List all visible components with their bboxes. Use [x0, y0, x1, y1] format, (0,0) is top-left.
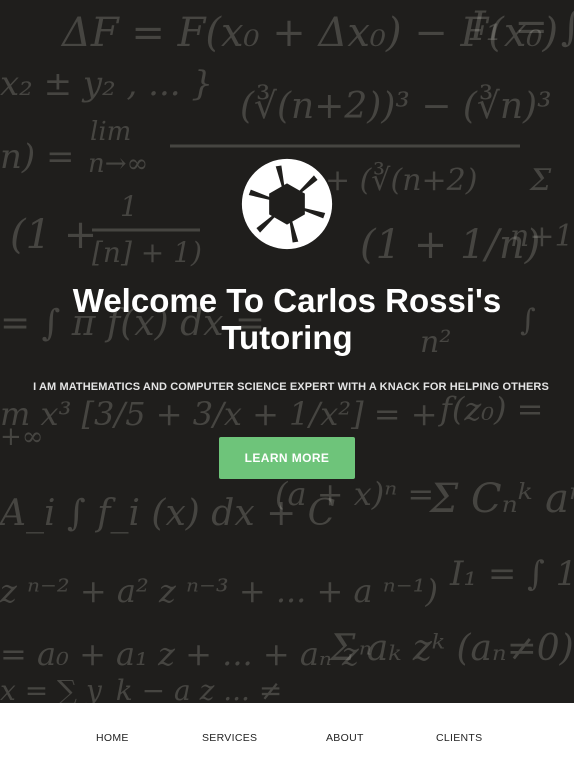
aperture-icon [241, 158, 333, 250]
nav-item-about[interactable]: ABOUT [326, 732, 364, 744]
hero-section: ΔF = F(x₀ + Δx₀) − F(x₀) I₁ = ∫ x₂ ± y₂ … [0, 0, 574, 703]
svg-text:x = ∑ y_k − a z ... ≠: x = ∑ y_k − a z ... ≠ [0, 674, 282, 703]
svg-text:Σ aₖ zᵏ (aₙ≠0): Σ aₖ zᵏ (aₙ≠0) [328, 628, 574, 669]
svg-text:n→∞: n→∞ [88, 149, 148, 179]
svg-text:n) =: n) = [0, 137, 74, 177]
svg-text:f(z₀) =: f(z₀) = [438, 390, 543, 428]
svg-text:(∛(n+2))³ − (∛n)³: (∛(n+2))³ − (∛n)³ [240, 84, 552, 127]
nav-item-home[interactable]: HOME [96, 732, 129, 744]
svg-text:n+1: n+1 [510, 219, 574, 254]
page-title: Welcome To Carlos Rossi's Tutoring [0, 282, 574, 356]
hero-tagline: I AM MATHEMATICS AND COMPUTER SCIENCE EX… [33, 381, 549, 393]
svg-text:+∞: +∞ [0, 422, 43, 452]
svg-text:I₁ = ∫ 1/x³: I₁ = ∫ 1/x³ [449, 554, 574, 594]
svg-text:I₁ = ∫: I₁ = ∫ [469, 4, 574, 50]
nav-item-clients[interactable]: CLIENTS [436, 732, 482, 744]
svg-text:lim: lim [90, 117, 131, 147]
svg-text:x₂ ± y₂ , ... }: x₂ ± y₂ , ... } [0, 64, 213, 104]
svg-text:z ⁿ⁻² + a² z ⁿ⁻³ + ... + a ⁿ⁻¹: z ⁿ⁻² + a² z ⁿ⁻³ + ... + a ⁿ⁻¹) [0, 572, 438, 610]
svg-text:1: 1 [120, 190, 138, 223]
svg-text:m x³ [3/5 + 3/x + 1/x²] = +: m x³ [3/5 + 3/x + 1/x²] = + [0, 395, 438, 433]
svg-text:Σ: Σ [529, 163, 552, 198]
svg-text:[n] + 1): [n] + 1) [92, 236, 202, 269]
svg-text:(1 +: (1 + [10, 212, 97, 258]
svg-text:Σ Cₙᵏ aⁿ: Σ Cₙᵏ aⁿ [428, 476, 574, 522]
page-title-line2: Tutoring [221, 319, 353, 356]
svg-text:= a₀ + a₁ z + ... + aₙ zⁿ: = a₀ + a₁ z + ... + aₙ zⁿ [0, 635, 372, 673]
svg-text:+ (∛(n+2): + (∛(n+2) [325, 161, 477, 198]
page-title-line1: Welcome To Carlos Rossi's [72, 282, 502, 319]
nav-item-services[interactable]: SERVICES [202, 732, 257, 744]
learn-more-button[interactable]: LEARN MORE [219, 437, 355, 479]
svg-text:(a + x)ⁿ =: (a + x)ⁿ = [275, 475, 434, 513]
main-nav: HOME SERVICES ABOUT CLIENTS [0, 703, 574, 768]
